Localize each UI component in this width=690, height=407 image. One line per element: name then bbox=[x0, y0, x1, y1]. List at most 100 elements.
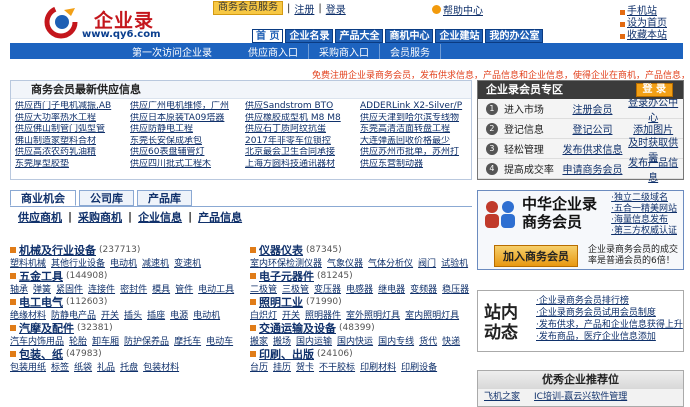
category-title-link[interactable]: 交通运输及设备 bbox=[259, 320, 336, 336]
rec-company-link[interactable]: IC培训-赢云兴软件管理 bbox=[534, 389, 627, 402]
category-block: 包装、纸 (47983) 包装用纸 标签 纸袋 礼品 托盘 包装材料 bbox=[10, 346, 240, 374]
subtab-purchase[interactable]: 采购商机 bbox=[78, 209, 122, 225]
step-number: 3 bbox=[486, 142, 498, 155]
news-title-line1: 站内 bbox=[484, 303, 518, 323]
set-homepage-link[interactable]: 设为首页 bbox=[627, 18, 667, 30]
supply-item-link[interactable]: 供应60表盘辅管灯 bbox=[130, 147, 245, 159]
supply-item-link[interactable]: 供应日本原装TA09塔器 bbox=[130, 113, 245, 125]
category-item-link[interactable]: 贺卡 bbox=[296, 363, 314, 373]
news-link[interactable]: ·企业录商务会员试用会员制度 bbox=[536, 308, 656, 318]
category-title-link[interactable]: 包装、纸 bbox=[19, 346, 63, 362]
tab-product-library[interactable]: 产品库 bbox=[137, 190, 192, 206]
category-item-link[interactable]: 托盘 bbox=[120, 363, 138, 373]
register-member-link[interactable]: 注册会员 bbox=[562, 101, 624, 116]
supply-panel-title: 商务会员最新供应信息 bbox=[11, 81, 471, 99]
member-service-link[interactable]: 会员服务 bbox=[380, 43, 441, 59]
category-item-link[interactable]: 不干胶标 bbox=[319, 363, 355, 373]
category-title-link[interactable]: 电工电气 bbox=[19, 294, 63, 310]
subtab-product-info[interactable]: 产品信息 bbox=[198, 209, 242, 225]
supply-item-link[interactable]: 上海方圆科技通讯器材 bbox=[245, 159, 360, 171]
promo-feature-link[interactable]: ·独立二级域名 bbox=[611, 193, 668, 203]
supply-item-link[interactable]: 供应广州电机维修，广州 bbox=[130, 101, 245, 113]
supply-item-link[interactable]: 2017年非零车位锁控 bbox=[245, 136, 360, 148]
supply-item-link[interactable]: 供应天津到哈尔滨专线物 bbox=[360, 113, 475, 125]
promo-feature-link[interactable]: ·五合一精美网站 bbox=[611, 204, 677, 214]
step-number: 1 bbox=[486, 102, 498, 115]
promo-feature-link[interactable]: ·第三方权威认证 bbox=[611, 226, 677, 236]
supply-item-link[interactable]: 供应佛山制管门弧型管 bbox=[15, 124, 130, 136]
category-title-link[interactable]: 照明工业 bbox=[259, 294, 303, 310]
supply-item-link[interactable]: 供应苏州市批单，苏州打 bbox=[360, 147, 475, 159]
supply-item-link[interactable]: 供应大功率热水工程 bbox=[15, 113, 130, 125]
supply-item-link[interactable]: 东莞厚型胶垫 bbox=[15, 159, 130, 171]
bookmark-link[interactable]: 收藏本站 bbox=[627, 30, 667, 42]
supply-item-link[interactable]: 北京最会卫生合同承接 bbox=[245, 147, 360, 159]
category-title-link[interactable]: 五金工具 bbox=[19, 268, 63, 284]
category-block: 仪器仪表 (87345) 室内环保检测仪器 气象仪器 气体分析仪 阀门 试验机 bbox=[250, 242, 480, 270]
tab-business-opportunities[interactable]: 商业机会 bbox=[10, 190, 76, 206]
supply-item-link[interactable]: 供应Sandstrom BTO bbox=[245, 101, 360, 113]
member-service-button[interactable]: 商务会员服务 bbox=[213, 1, 283, 15]
register-link[interactable]: 注册 bbox=[294, 1, 314, 16]
supplier-entry-link[interactable]: 供应商入口 bbox=[238, 43, 309, 59]
category-bullet-icon bbox=[10, 273, 16, 279]
supply-item-link[interactable]: 东莞高清洁面转盘工程 bbox=[360, 124, 475, 136]
nav-products[interactable]: 产品大全 bbox=[335, 29, 384, 43]
category-title-link[interactable]: 机械及行业设备 bbox=[19, 242, 96, 258]
category-title-link[interactable]: 汽摩及配件 bbox=[19, 320, 74, 336]
supply-item-link[interactable]: 东莞长安保成承包 bbox=[130, 136, 245, 148]
login-link[interactable]: 登录 bbox=[326, 1, 346, 16]
site-news-panel: 站内 动态 ·企业录商务会员排行榜 ·企业录商务会员试用会员制度 ·发布供求，产品… bbox=[477, 290, 684, 352]
register-company-link[interactable]: 登记公司 bbox=[562, 121, 624, 136]
apply-member-link[interactable]: 申请商务会员 bbox=[562, 161, 624, 176]
category-item-link[interactable]: 包装用纸 bbox=[10, 363, 46, 373]
supply-item-link[interactable]: 供应石丁质阿纹抗蛋 bbox=[245, 124, 360, 136]
subtab-company-info[interactable]: 企业信息 bbox=[138, 209, 182, 225]
category-item-link[interactable]: 印刷材料 bbox=[360, 363, 396, 373]
category-item-link[interactable]: 礼品 bbox=[97, 363, 115, 373]
supply-item-link[interactable]: 供应四川批式工程木 bbox=[130, 159, 245, 171]
category-item-link[interactable]: 印刷设备 bbox=[401, 363, 437, 373]
zone-login-button[interactable]: 登 录 bbox=[635, 83, 673, 97]
category-block: 电子元器件 (81245) 二极管 三极管 变压器 电感器 继电器 变频器 稳压器 bbox=[250, 268, 480, 296]
supply-item-link[interactable]: 大连弹盖回收价格最少 bbox=[360, 136, 475, 148]
mobile-site-link[interactable]: 手机站 bbox=[627, 6, 657, 18]
category-title-link[interactable]: 电子元器件 bbox=[259, 268, 314, 284]
supply-item-link[interactable]: 佛山制造家塑料合材 bbox=[15, 136, 130, 148]
tab-company-library[interactable]: 公司库 bbox=[79, 190, 134, 206]
nav-home[interactable]: 首 页 bbox=[252, 29, 284, 43]
category-item-link[interactable]: 台历 bbox=[250, 363, 268, 373]
supply-item-link[interactable]: ADDERLink X2-Silver/P bbox=[360, 101, 475, 113]
news-link[interactable]: ·发布供求，产品和企业信息获得上升 bbox=[536, 320, 683, 330]
help-link[interactable]: 帮助中心 bbox=[443, 2, 483, 17]
news-link[interactable]: ·企业录商务会员排行榜 bbox=[536, 296, 629, 306]
join-member-button[interactable]: 加入商务会员 bbox=[494, 245, 578, 267]
supply-item-link[interactable]: 供应高浓农药乳油精 bbox=[15, 147, 130, 159]
news-link[interactable]: ·发布商品，医疗企业信息添加 bbox=[536, 332, 656, 342]
supply-item-link[interactable]: 供应防静电工程 bbox=[130, 124, 245, 136]
category-bullet-icon bbox=[250, 351, 256, 357]
category-count: (144908) bbox=[66, 271, 108, 281]
help-center[interactable]: 帮助中心 bbox=[432, 2, 483, 17]
subtab-supply[interactable]: 供应商机 bbox=[18, 209, 62, 225]
supply-item-link[interactable]: 供应东营制动器 bbox=[360, 159, 475, 171]
buyer-entry-link[interactable]: 采购商入口 bbox=[309, 43, 380, 59]
nav-my-office[interactable]: 我的办公室 bbox=[485, 29, 544, 43]
category-item-link[interactable]: 挂历 bbox=[273, 363, 291, 373]
nav-opportunities[interactable]: 商机中心 bbox=[385, 29, 434, 43]
rec-company-link[interactable]: 飞机之家 bbox=[484, 389, 520, 402]
promo-feature-link[interactable]: ·海量信息发布 bbox=[611, 215, 668, 225]
category-title-link[interactable]: 仪器仪表 bbox=[259, 242, 303, 258]
welcome-text[interactable]: 第一次访问企业录 bbox=[10, 44, 238, 59]
nav-site-builder[interactable]: 企业建站 bbox=[435, 29, 484, 43]
site-logo[interactable]: 企业录 www.qy6.com bbox=[44, 4, 164, 40]
post-product-link[interactable]: 发布产品信息 bbox=[623, 154, 683, 184]
category-title-link[interactable]: 印刷、出版 bbox=[259, 346, 314, 362]
category-item-link[interactable]: 纸袋 bbox=[74, 363, 92, 373]
supply-item-link[interactable]: 供应西门子电机减振,AB bbox=[15, 101, 130, 113]
post-supply-link[interactable]: 发布供求信息 bbox=[562, 141, 624, 156]
category-item-link[interactable]: 包装材料 bbox=[143, 363, 179, 373]
supply-item-link[interactable]: 供应橡胶成型机 M8 M8 bbox=[245, 113, 360, 125]
nav-company-directory[interactable]: 企业名录 bbox=[285, 29, 334, 43]
category-item-link[interactable]: 标签 bbox=[51, 363, 69, 373]
